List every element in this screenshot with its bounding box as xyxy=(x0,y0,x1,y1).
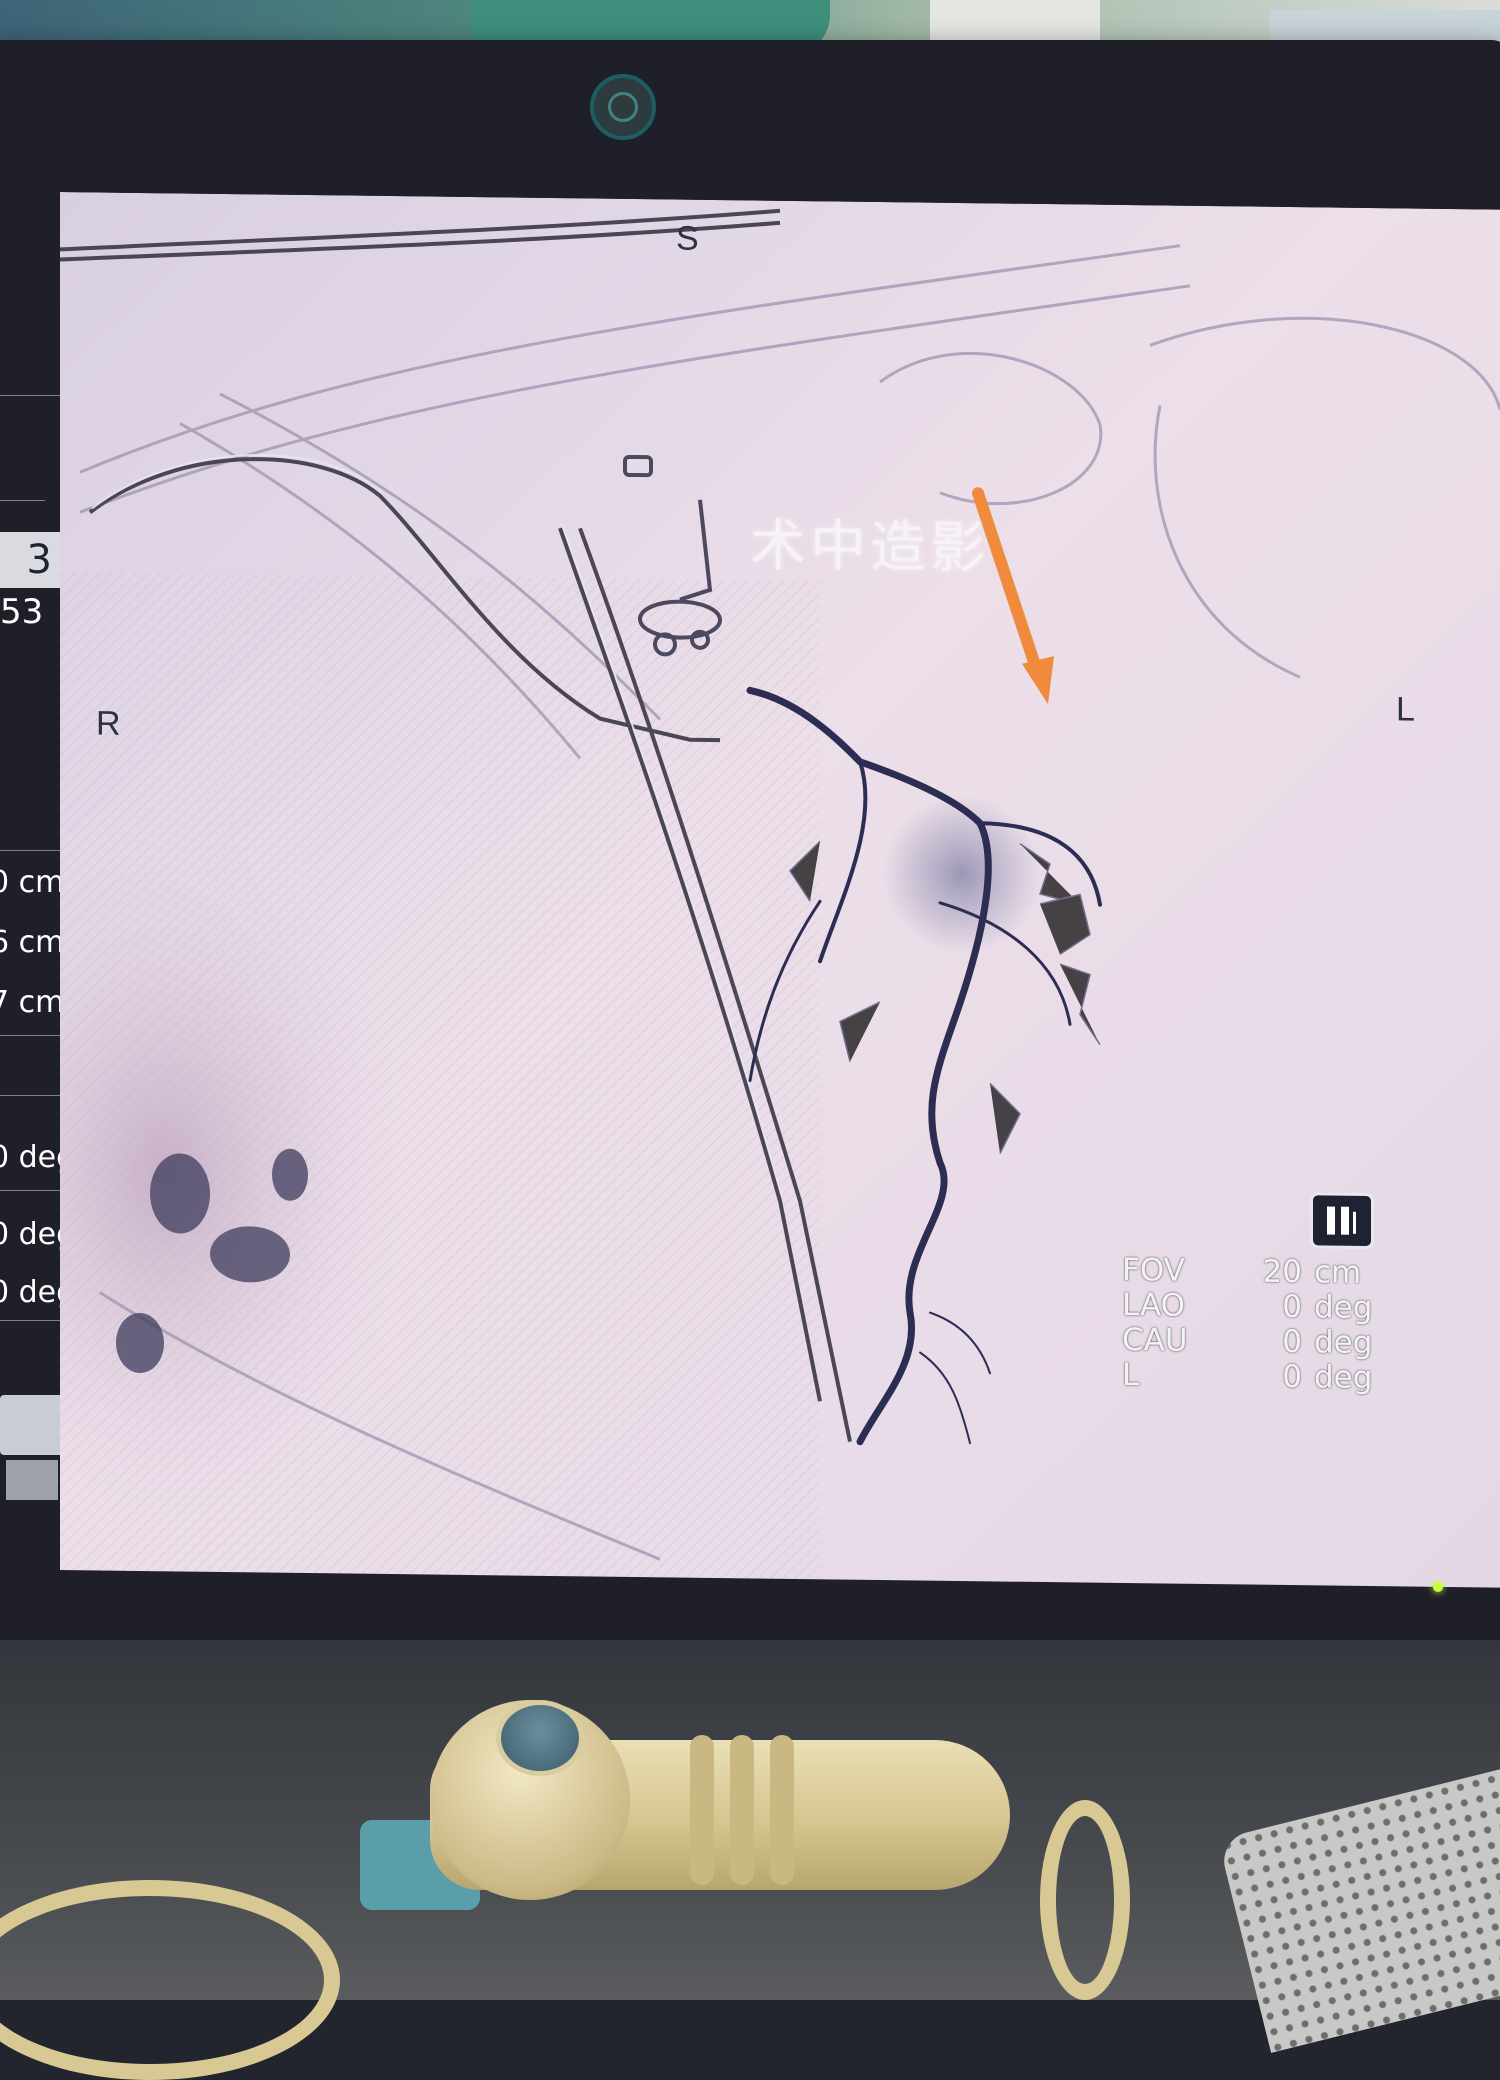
info-unit: deg xyxy=(1314,1324,1373,1362)
info-row-lao: LAO 0 deg xyxy=(1122,1286,1394,1327)
info-value: 20 xyxy=(1262,1253,1302,1291)
handle-button[interactable] xyxy=(496,1700,584,1776)
panel-value: 53 xyxy=(0,592,44,632)
panel-divider xyxy=(0,500,45,501)
panel-divider xyxy=(0,1320,60,1321)
panel-divider xyxy=(0,1035,60,1036)
panel-divider xyxy=(0,1190,60,1191)
panel-divider xyxy=(0,1095,60,1096)
panel-divider xyxy=(0,395,60,396)
handle-grip-ring xyxy=(690,1735,714,1885)
angiography-image: S R L 术中造影 FOV 20 cm LAO 0 deg CAU 0 deg… xyxy=(60,192,1500,1588)
info-row-l: L 0 deg xyxy=(1122,1356,1394,1397)
handle-grip-ring xyxy=(770,1735,794,1885)
orientation-right: R xyxy=(96,704,121,743)
info-unit: deg xyxy=(1314,1359,1373,1397)
procedure-label: 术中造影 xyxy=(750,513,990,582)
coiled-cable xyxy=(1040,1800,1130,2000)
table-base-icon xyxy=(6,1460,58,1500)
info-value: 0 xyxy=(1282,1288,1302,1326)
info-value: 0 xyxy=(1282,1358,1302,1396)
left-status-panel: 3 53 0 cm 6 cm 7 cm 0 deg 0 deg 0 deg xyxy=(0,360,96,1500)
panel-distance-1: 0 cm xyxy=(0,865,65,900)
info-unit: deg xyxy=(1314,1289,1373,1327)
info-label: CAU xyxy=(1122,1321,1188,1359)
info-row-cau: CAU 0 deg xyxy=(1122,1321,1394,1362)
handle-grip-ring xyxy=(730,1735,754,1885)
panel-value-box: 3 xyxy=(0,532,62,588)
info-label: L xyxy=(1122,1356,1140,1394)
info-label: FOV xyxy=(1122,1251,1185,1289)
power-indicator xyxy=(1433,1582,1443,1592)
panel-divider xyxy=(0,850,60,851)
info-label: LAO xyxy=(1122,1286,1186,1324)
info-unit: cm xyxy=(1314,1254,1362,1291)
orientation-superior: S xyxy=(676,219,699,258)
ge-logo-icon xyxy=(590,74,656,140)
orientation-left: L xyxy=(1396,690,1415,729)
acquisition-info: FOV 20 cm LAO 0 deg CAU 0 deg L 0 deg xyxy=(1122,1251,1394,1397)
pause-icon[interactable] xyxy=(1310,1192,1374,1250)
lung-texture xyxy=(60,572,820,1582)
panel-distance-2: 6 cm xyxy=(0,925,65,960)
info-row-fov: FOV 20 cm xyxy=(1122,1251,1394,1291)
panel-distance-3: 7 cm xyxy=(0,985,65,1020)
info-value: 0 xyxy=(1282,1323,1302,1361)
